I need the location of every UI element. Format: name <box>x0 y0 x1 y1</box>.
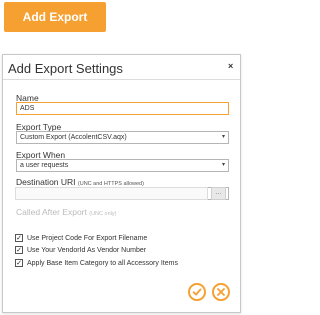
base-item-category-checkbox[interactable]: ✓ <box>15 259 23 267</box>
dialog-title: Add Export Settings <box>8 61 123 76</box>
called-after-export-label-text: Called After Export <box>16 207 87 217</box>
called-after-export-label: Called After Export (UNC only) <box>16 207 116 217</box>
project-code-checkbox[interactable]: ✓ <box>15 234 23 242</box>
title-divider <box>3 79 240 80</box>
cancel-button[interactable] <box>212 283 230 301</box>
destination-uri-label: Destination URI (UNC and HTTPS allowed) <box>16 177 144 187</box>
check-icon <box>192 288 202 296</box>
export-type-value: Custom Export (AccolentCSV.aqx) <box>20 134 127 141</box>
close-icon[interactable]: × <box>228 61 233 71</box>
destination-uri-label-text: Destination URI <box>16 177 76 187</box>
add-export-settings-dialog: Add Export Settings × Name ADS Export Ty… <box>2 54 241 313</box>
vendor-id-checkbox-label: Use Your VendorId As Vendor Number <box>27 246 147 254</box>
checkbox-row-base-item-category[interactable]: ✓ Apply Base Item Category to all Access… <box>15 259 178 267</box>
chevron-down-icon: ▾ <box>221 134 225 140</box>
browse-button[interactable]: ... <box>211 187 226 200</box>
name-input[interactable]: ADS <box>16 102 229 115</box>
close-icon <box>217 288 225 296</box>
project-code-checkbox-label: Use Project Code For Export Filename <box>27 234 148 242</box>
confirm-button[interactable] <box>188 283 206 301</box>
checkbox-row-project-code[interactable]: ✓ Use Project Code For Export Filename <box>15 234 147 242</box>
export-when-value: a user requests <box>20 162 69 169</box>
export-when-select[interactable]: a user requests ▾ <box>16 159 229 172</box>
export-type-select[interactable]: Custom Export (AccolentCSV.aqx) ▾ <box>16 131 229 144</box>
base-item-category-checkbox-label: Apply Base Item Category to all Accessor… <box>27 259 178 267</box>
called-after-export-hint: (UNC only) <box>89 211 117 217</box>
called-after-export-input[interactable] <box>15 187 208 200</box>
vendor-id-checkbox[interactable]: ✓ <box>15 246 23 254</box>
chevron-down-icon: ▾ <box>221 162 225 168</box>
checkbox-row-vendor-id[interactable]: ✓ Use Your VendorId As Vendor Number <box>15 246 146 254</box>
add-export-button[interactable]: Add Export <box>4 2 106 32</box>
